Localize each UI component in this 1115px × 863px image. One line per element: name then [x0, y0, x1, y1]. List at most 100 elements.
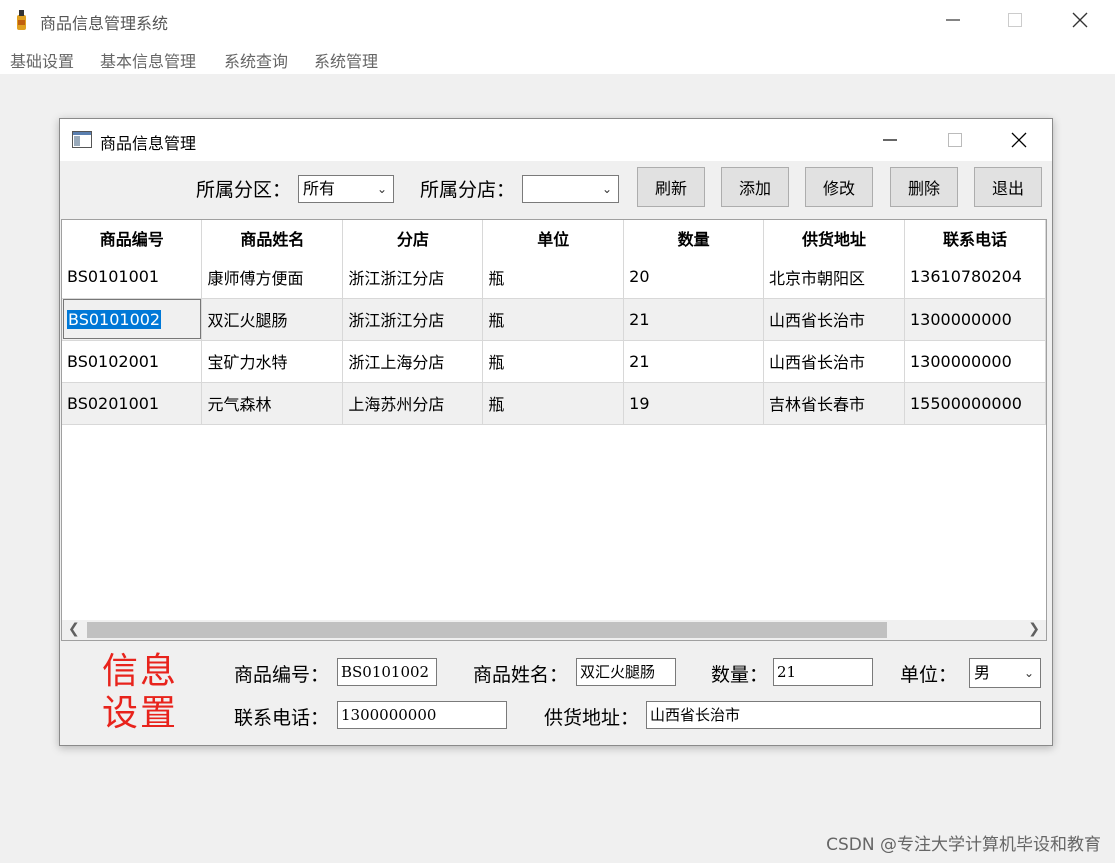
- column-header-name[interactable]: 商品姓名: [201, 220, 344, 256]
- dialog-titlebar: 商品信息管理: [60, 119, 1052, 161]
- cell-quantity[interactable]: 19: [623, 382, 765, 425]
- code-label: 商品编号：: [234, 664, 330, 686]
- delete-button[interactable]: 删除: [890, 167, 958, 207]
- menu-info-management[interactable]: 基本信息管理: [100, 48, 196, 72]
- grid-header-row: 商品编号 商品姓名 分店 单位 数量 供货地址 联系电话: [62, 220, 1046, 256]
- cell-unit[interactable]: 瓶: [482, 340, 625, 383]
- column-header-unit[interactable]: 单位: [482, 220, 625, 256]
- app-maximize-button[interactable]: [992, 6, 1038, 34]
- cell-address[interactable]: 山西省长治市: [763, 298, 905, 341]
- cell-name[interactable]: 双汇火腿肠: [201, 298, 344, 341]
- name-label: 商品姓名：: [473, 664, 569, 686]
- name-input[interactable]: 双汇火腿肠: [576, 658, 676, 686]
- refresh-button[interactable]: 刷新: [637, 167, 705, 207]
- chevron-down-icon: ⌄: [376, 182, 387, 196]
- minimize-icon: [946, 19, 960, 21]
- cell-unit[interactable]: 瓶: [482, 298, 625, 341]
- table-row[interactable]: BS0201001 元气森林 上海苏州分店 瓶 19 吉林省长春市 155000…: [62, 382, 1046, 425]
- cell-name[interactable]: 康师傅方便面: [201, 256, 344, 299]
- cell-code[interactable]: BS0102001: [62, 340, 203, 383]
- cell-code[interactable]: BS0101001: [62, 256, 203, 299]
- scroll-left-icon[interactable]: ❮: [68, 621, 80, 637]
- cell-store[interactable]: 浙江浙江分店: [342, 298, 484, 341]
- cell-name[interactable]: 宝矿力水特: [201, 340, 344, 383]
- cell-phone[interactable]: 13610780204: [904, 256, 1046, 299]
- store-label: 所属分店：: [420, 179, 516, 201]
- cell-address[interactable]: 山西省长治市: [763, 340, 905, 383]
- store-select[interactable]: ⌄: [522, 175, 619, 203]
- cell-store[interactable]: 浙江浙江分店: [342, 256, 484, 299]
- maximize-icon: [1008, 13, 1022, 27]
- horizontal-scrollbar[interactable]: ❮ ❯: [62, 620, 1046, 640]
- phone-label: 联系电话：: [234, 707, 330, 729]
- quantity-input[interactable]: 21: [773, 658, 873, 686]
- app-titlebar: 商品信息管理系统: [0, 0, 1115, 40]
- table-row[interactable]: BS0102001 宝矿力水特 浙江上海分店 瓶 21 山西省长治市 13000…: [62, 340, 1046, 383]
- cell-address[interactable]: 北京市朝阳区: [763, 256, 905, 299]
- logo-line-2: 设置: [102, 693, 179, 734]
- column-header-code[interactable]: 商品编号: [62, 220, 203, 256]
- close-icon: [1011, 132, 1027, 148]
- cell-quantity[interactable]: 21: [623, 298, 765, 341]
- menu-system-query[interactable]: 系统查询: [224, 48, 288, 72]
- zone-select-value: 所有: [303, 179, 336, 198]
- column-header-address[interactable]: 供货地址: [763, 220, 905, 256]
- app-close-button[interactable]: [1057, 6, 1103, 34]
- app-icon: [17, 10, 26, 30]
- cell-store[interactable]: 上海苏州分店: [342, 382, 484, 425]
- zone-label: 所属分区：: [196, 179, 292, 201]
- zone-select[interactable]: 所有 ⌄: [298, 175, 394, 203]
- address-input[interactable]: 山西省长治市: [646, 701, 1041, 729]
- table-row[interactable]: BS0101001 康师傅方便面 浙江浙江分店 瓶 20 北京市朝阳区 1361…: [62, 256, 1046, 299]
- cell-unit[interactable]: 瓶: [482, 256, 625, 299]
- dialog-close-button[interactable]: [996, 126, 1042, 154]
- maximize-icon: [948, 133, 962, 147]
- cell-phone[interactable]: 1300000000: [904, 298, 1046, 341]
- product-dialog: 商品信息管理 所属分区： 所有 ⌄ 所属分店： ⌄ 刷新 添加 修改 删除 退出: [59, 118, 1053, 746]
- dialog-minimize-button[interactable]: [867, 126, 913, 154]
- dialog-title: 商品信息管理: [100, 134, 197, 153]
- menubar: 基础设置 基本信息管理 系统查询 系统管理: [0, 40, 1115, 74]
- watermark: CSDN @专注大学计算机毕设和教育: [826, 835, 1101, 855]
- logo-line-1: 信息: [102, 651, 179, 692]
- column-header-quantity[interactable]: 数量: [623, 220, 765, 256]
- scroll-right-icon[interactable]: ❯: [1028, 621, 1040, 637]
- dialog-maximize-button[interactable]: [932, 126, 978, 154]
- minimize-icon: [883, 139, 897, 141]
- cell-code[interactable]: BS0201001: [62, 382, 203, 425]
- cell-name[interactable]: 元气森林: [201, 382, 344, 425]
- selected-cell-text: BS0101002: [67, 309, 162, 329]
- exit-button[interactable]: 退出: [974, 167, 1042, 207]
- cell-unit[interactable]: 瓶: [482, 382, 625, 425]
- column-header-store[interactable]: 分店: [342, 220, 484, 256]
- table-row[interactable]: BS0101002 双汇火腿肠 浙江浙江分店 瓶 21 山西省长治市 13000…: [62, 298, 1046, 341]
- cell-code-selected[interactable]: BS0101002: [62, 298, 203, 341]
- edit-button[interactable]: 修改: [805, 167, 873, 207]
- cell-store[interactable]: 浙江上海分店: [342, 340, 484, 383]
- menu-system-management[interactable]: 系统管理: [314, 48, 378, 72]
- close-icon: [1072, 12, 1088, 28]
- unit-label: 单位：: [900, 664, 958, 686]
- product-grid[interactable]: 商品编号 商品姓名 分店 单位 数量 供货地址 联系电话 BS0101001 康…: [61, 219, 1047, 641]
- cell-address[interactable]: 吉林省长春市: [763, 382, 905, 425]
- add-button[interactable]: 添加: [721, 167, 789, 207]
- cell-quantity[interactable]: 21: [623, 340, 765, 383]
- info-settings-logo: 信息 设置: [102, 651, 178, 735]
- app-title: 商品信息管理系统: [40, 14, 169, 33]
- code-input[interactable]: BS0101002: [337, 658, 437, 686]
- chevron-down-icon: ⌄: [1023, 666, 1034, 680]
- product-table: 商品编号 商品姓名 分店 单位 数量 供货地址 联系电话 BS0101001 康…: [62, 220, 1046, 425]
- unit-select[interactable]: 男 ⌄: [969, 658, 1041, 688]
- quantity-label: 数量：: [711, 664, 769, 686]
- cell-quantity[interactable]: 20: [623, 256, 765, 299]
- cell-phone[interactable]: 15500000000: [904, 382, 1046, 425]
- scrollbar-thumb[interactable]: [87, 622, 887, 638]
- column-header-phone[interactable]: 联系电话: [904, 220, 1046, 256]
- unit-select-value: 男: [974, 663, 991, 682]
- phone-input[interactable]: 1300000000: [337, 701, 507, 729]
- window-icon: [72, 131, 92, 148]
- app-minimize-button[interactable]: [930, 6, 976, 34]
- chevron-down-icon: ⌄: [601, 182, 612, 196]
- cell-phone[interactable]: 1300000000: [904, 340, 1046, 383]
- menu-basic-settings[interactable]: 基础设置: [10, 48, 74, 72]
